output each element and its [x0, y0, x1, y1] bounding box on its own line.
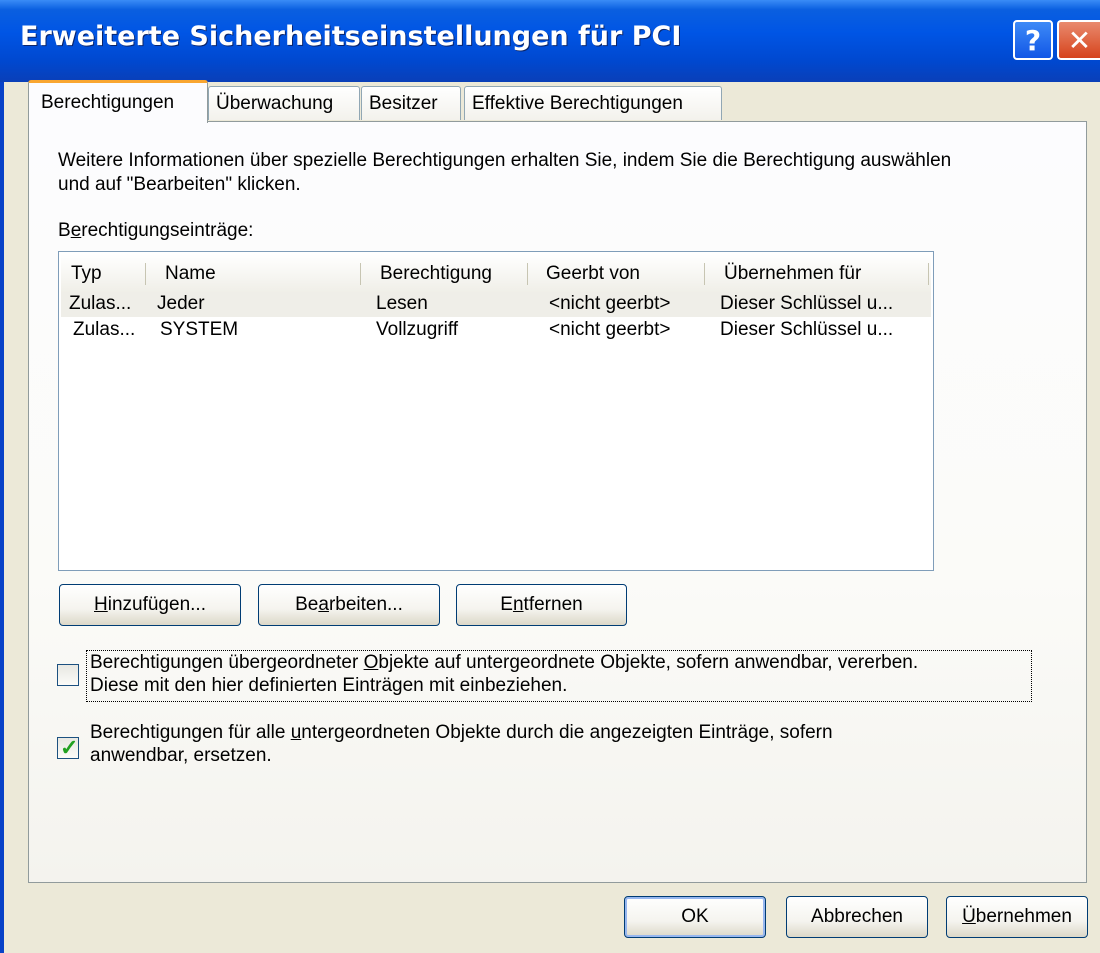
- cancel-button[interactable]: Abbrechen: [786, 896, 928, 938]
- tab-label: Besitzer: [369, 92, 438, 114]
- edit-button[interactable]: Be a rbeiten...: [258, 584, 440, 626]
- cell-inherited-from: <nicht geerbt>: [549, 293, 671, 314]
- column-separator[interactable]: [527, 263, 528, 285]
- help-icon: ?: [1024, 23, 1042, 57]
- table-row[interactable]: Zulas... SYSTEM Vollzugriff <nicht geerb…: [61, 318, 931, 343]
- replace-child-permissions-label[interactable]: Berechtigungen für alle untergeordneten …: [90, 721, 833, 767]
- permission-entries-list[interactable]: Typ Name Berechtigung Geerbt von Überneh…: [58, 251, 934, 571]
- column-header-permission[interactable]: Berechtigung: [380, 263, 492, 285]
- cell-apply-to: Dieser Schlüssel u...: [720, 293, 894, 314]
- inherit-permissions-label[interactable]: Berechtigungen übergeordneter Objekte au…: [90, 651, 918, 697]
- cell-inherited-from: <nicht geerbt>: [549, 319, 671, 340]
- column-separator[interactable]: [928, 263, 929, 285]
- cell-permission: Vollzugriff: [376, 319, 459, 340]
- apply-button[interactable]: Übernehmen: [946, 896, 1088, 938]
- info-text: Weitere Informationen über spezielle Ber…: [58, 149, 1068, 197]
- column-separator[interactable]: [360, 263, 361, 285]
- add-button[interactable]: Hinzufügen...: [59, 584, 241, 626]
- column-header-type[interactable]: Typ: [71, 263, 102, 285]
- close-icon: ✕: [1067, 23, 1092, 57]
- cell-apply-to: Dieser Schlüssel u...: [720, 319, 894, 340]
- inherit-permissions-checkbox[interactable]: [57, 664, 79, 686]
- ok-button[interactable]: OK: [624, 896, 766, 938]
- cell-type: Zulas...: [73, 319, 136, 340]
- replace-child-permissions-checkbox[interactable]: ✓: [57, 735, 79, 760]
- close-button[interactable]: ✕: [1057, 20, 1100, 60]
- checkmark-icon: ✓: [60, 735, 79, 760]
- tab-label: Überwachung: [216, 92, 334, 114]
- column-header-name[interactable]: Name: [165, 263, 216, 285]
- entries-label: Berechtigungseinträge:: [58, 220, 254, 241]
- info-text-line: und auf "Bearbeiten" klicken.: [58, 174, 301, 195]
- tab-owner[interactable]: Besitzer: [361, 86, 461, 120]
- column-header-inherited-from[interactable]: Geerbt von: [546, 263, 640, 285]
- help-button[interactable]: ?: [1013, 20, 1053, 60]
- window-title: Erweiterte Sicherheitseinstellungen für …: [20, 21, 682, 52]
- tab-label: Berechtigungen: [41, 92, 175, 113]
- tab-auditing[interactable]: Überwachung: [208, 86, 360, 120]
- remove-button[interactable]: En tfernen: [456, 584, 627, 626]
- column-separator[interactable]: [704, 263, 705, 285]
- cell-type: Zulas...: [69, 293, 132, 314]
- window-frame: [0, 82, 4, 953]
- list-header: Typ Name Berechtigung Geerbt von Überneh…: [61, 254, 931, 294]
- cell-permission: Lesen: [376, 293, 428, 314]
- tab-permissions[interactable]: Berechtigungen: [28, 80, 208, 123]
- tab-effective-permissions[interactable]: Effektive Berechtigungen: [464, 86, 722, 120]
- table-row[interactable]: Zulas... Jeder Lesen <nicht geerbt> Dies…: [61, 292, 931, 317]
- info-text-line: Weitere Informationen über spezielle Ber…: [58, 150, 952, 171]
- cell-name: SYSTEM: [160, 319, 239, 340]
- title-bar[interactable]: Erweiterte Sicherheitseinstellungen für …: [0, 0, 1100, 82]
- column-header-apply-to[interactable]: Übernehmen für: [724, 263, 861, 285]
- cell-name: Jeder: [157, 293, 205, 314]
- tab-label: Effektive Berechtigungen: [472, 92, 683, 114]
- column-separator[interactable]: [145, 263, 146, 285]
